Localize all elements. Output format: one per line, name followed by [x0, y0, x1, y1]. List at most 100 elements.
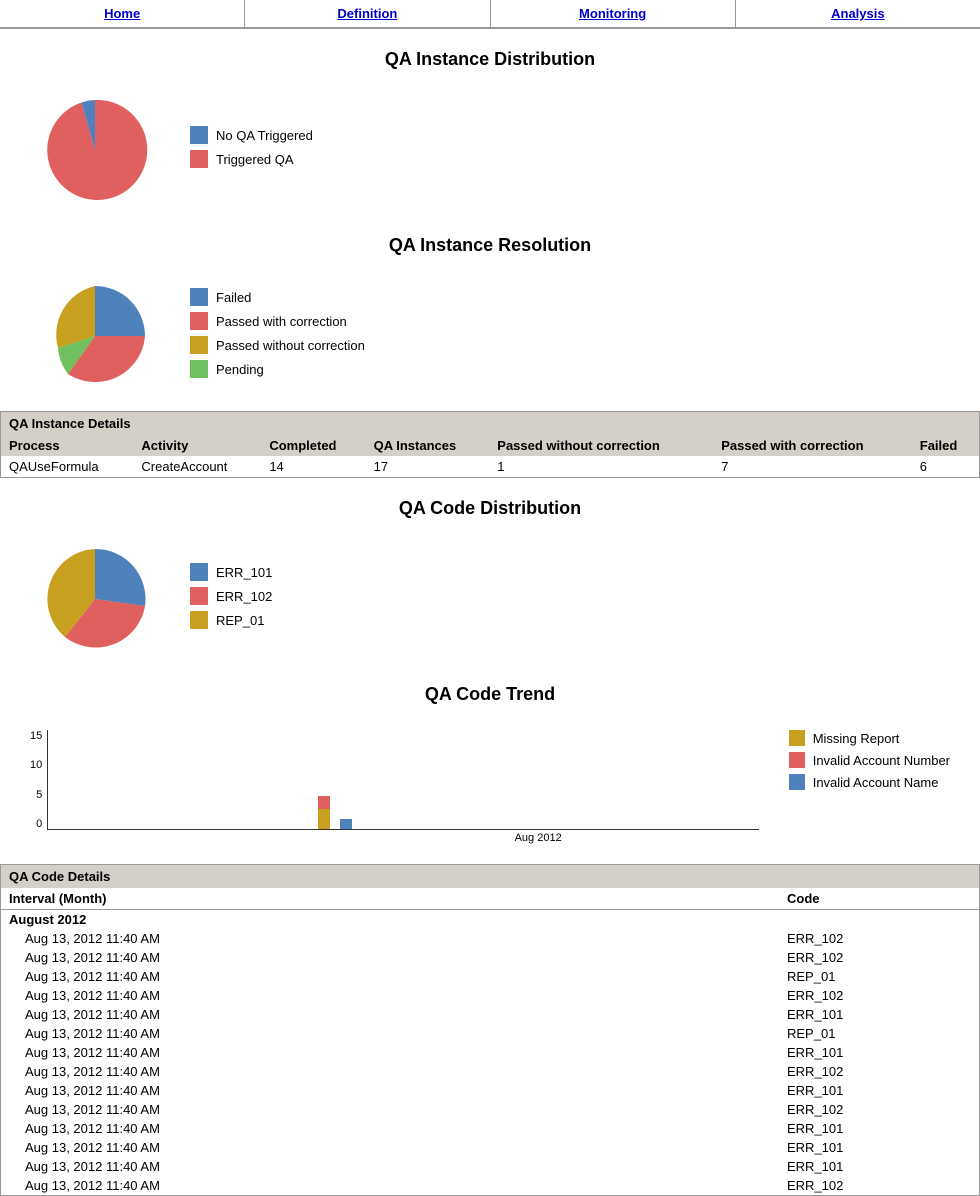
qa-instance-distribution-title: QA Instance Distribution [0, 49, 980, 70]
qa-resolution-pie [40, 281, 150, 391]
detail-date: Aug 13, 2012 11:40 AM [1, 1005, 779, 1024]
err101-color [190, 563, 208, 581]
col-process: Process [1, 435, 133, 456]
detail-date: Aug 13, 2012 11:40 AM [1, 967, 779, 986]
detail-code: ERR_101 [779, 1157, 979, 1176]
detail-code: ERR_101 [779, 1081, 979, 1100]
list-item: Aug 13, 2012 11:40 AMERR_102 [1, 986, 979, 1005]
err101-label: ERR_101 [216, 565, 272, 580]
nav-home[interactable]: Home [0, 0, 245, 27]
y-label-0: 0 [36, 818, 42, 830]
qa-instance-distribution-chart: No QA Triggered Triggered QA [0, 85, 980, 215]
detail-date: Aug 13, 2012 11:40 AM [1, 948, 779, 967]
table-row: QAUseFormulaCreateAccount1417176 [1, 456, 979, 477]
y-label-5: 5 [36, 789, 42, 801]
qa-code-trend-title: QA Code Trend [0, 684, 980, 705]
legend-err101: ERR_101 [190, 563, 272, 581]
nav-definition[interactable]: Definition [245, 0, 490, 27]
nav-monitoring[interactable]: Monitoring [491, 0, 736, 27]
detail-date: Aug 13, 2012 11:40 AM [1, 1176, 779, 1195]
no-qa-color [190, 126, 208, 144]
navigation: Home Definition Monitoring Analysis [0, 0, 980, 29]
passed-correction-color [190, 312, 208, 330]
list-item: Aug 13, 2012 11:40 AMERR_101 [1, 1138, 979, 1157]
col-completed: Completed [261, 435, 365, 456]
legend-no-qa: No QA Triggered [190, 126, 313, 144]
detail-code: ERR_102 [779, 986, 979, 1005]
list-item: Aug 13, 2012 11:40 AMERR_102 [1, 948, 979, 967]
legend-missing-report: Missing Report [789, 730, 950, 746]
detail-date: Aug 13, 2012 11:40 AM [1, 1024, 779, 1043]
detail-date: Aug 13, 2012 11:40 AM [1, 986, 779, 1005]
triggered-qa-label: Triggered QA [216, 152, 294, 167]
qa-instance-details-header: QA Instance Details [1, 412, 979, 435]
detail-code: ERR_102 [779, 948, 979, 967]
trend-x-label: Aug 2012 [318, 832, 759, 844]
legend-passed-correction: Passed with correction [190, 312, 365, 330]
list-item: Aug 13, 2012 11:40 AMREP_01 [1, 1024, 979, 1043]
table-row-cell: 1 [489, 456, 713, 477]
col-activity: Activity [133, 435, 261, 456]
qa-code-pie [40, 544, 150, 654]
invalid-account-number-color [789, 752, 805, 768]
legend-pending: Pending [190, 360, 365, 378]
col-passed-with-correction: Passed with correction [713, 435, 912, 456]
list-item: Aug 13, 2012 11:40 AMERR_101 [1, 1081, 979, 1100]
qa-code-details-col-headers: Interval (Month) Code [1, 888, 979, 910]
trend-bar-group-aug [318, 796, 330, 829]
trend-plot [47, 730, 758, 830]
list-item: Aug 13, 2012 11:40 AMERR_101 [1, 1157, 979, 1176]
col-interval: Interval (Month) [1, 888, 779, 909]
col-qa-instances: QA Instances [366, 435, 490, 456]
rep01-color [190, 611, 208, 629]
err102-color [190, 587, 208, 605]
failed-label: Failed [216, 290, 251, 305]
qa-distribution-legend: No QA Triggered Triggered QA [190, 126, 313, 174]
list-item: Aug 13, 2012 11:40 AMERR_102 [1, 929, 979, 948]
bar-invalid-account-name [340, 819, 352, 829]
qa-instance-resolution-chart: Failed Passed with correction Passed wit… [0, 271, 980, 401]
invalid-account-name-label: Invalid Account Name [813, 775, 939, 790]
list-item: Aug 13, 2012 11:40 AMERR_101 [1, 1119, 979, 1138]
list-item: Aug 13, 2012 11:40 AMERR_101 [1, 1005, 979, 1024]
invalid-account-number-label: Invalid Account Number [813, 753, 950, 768]
qa-code-distribution-section: QA Code Distribution ERR_101 ERR_102 REP… [0, 498, 980, 664]
no-qa-label: No QA Triggered [216, 128, 313, 143]
pending-color [190, 360, 208, 378]
detail-code: ERR_101 [779, 1119, 979, 1138]
qa-instance-details-section: QA Instance Details Process Activity Com… [0, 411, 980, 478]
trend-y-axis: 15 10 5 0 [30, 730, 47, 830]
table-row-cell: 14 [261, 456, 365, 477]
list-item: Aug 13, 2012 11:40 AMERR_102 [1, 1176, 979, 1195]
qa-code-trend-chart-area: 15 10 5 0 [0, 720, 980, 854]
qa-code-trend-section: QA Code Trend 15 10 5 0 [0, 684, 980, 854]
legend-invalid-account-name: Invalid Account Name [789, 774, 950, 790]
col-failed: Failed [912, 435, 979, 456]
detail-date: Aug 13, 2012 11:40 AM [1, 929, 779, 948]
detail-date: Aug 13, 2012 11:40 AM [1, 1157, 779, 1176]
detail-code: ERR_102 [779, 1100, 979, 1119]
failed-color [190, 288, 208, 306]
missing-report-color [789, 730, 805, 746]
col-code: Code [779, 888, 979, 909]
err102-label: ERR_102 [216, 589, 272, 604]
code-details-rows: Aug 13, 2012 11:40 AMERR_102Aug 13, 2012… [1, 929, 979, 1195]
detail-code: ERR_102 [779, 1062, 979, 1081]
legend-err102: ERR_102 [190, 587, 272, 605]
nav-analysis[interactable]: Analysis [736, 0, 980, 27]
detail-date: Aug 13, 2012 11:40 AM [1, 1043, 779, 1062]
table-row-cell: 17 [366, 456, 490, 477]
list-item: Aug 13, 2012 11:40 AMERR_101 [1, 1043, 979, 1062]
table-row-cell: 7 [713, 456, 912, 477]
triggered-qa-color [190, 150, 208, 168]
detail-date: Aug 13, 2012 11:40 AM [1, 1100, 779, 1119]
missing-report-label: Missing Report [813, 731, 900, 746]
detail-date: Aug 13, 2012 11:40 AM [1, 1119, 779, 1138]
legend-rep01: REP_01 [190, 611, 272, 629]
detail-code: ERR_101 [779, 1138, 979, 1157]
qa-code-distribution-title: QA Code Distribution [0, 498, 980, 519]
y-label-15: 15 [30, 730, 42, 742]
qa-resolution-legend: Failed Passed with correction Passed wit… [190, 288, 365, 384]
legend-failed: Failed [190, 288, 365, 306]
month-header-august: August 2012 [1, 910, 979, 929]
